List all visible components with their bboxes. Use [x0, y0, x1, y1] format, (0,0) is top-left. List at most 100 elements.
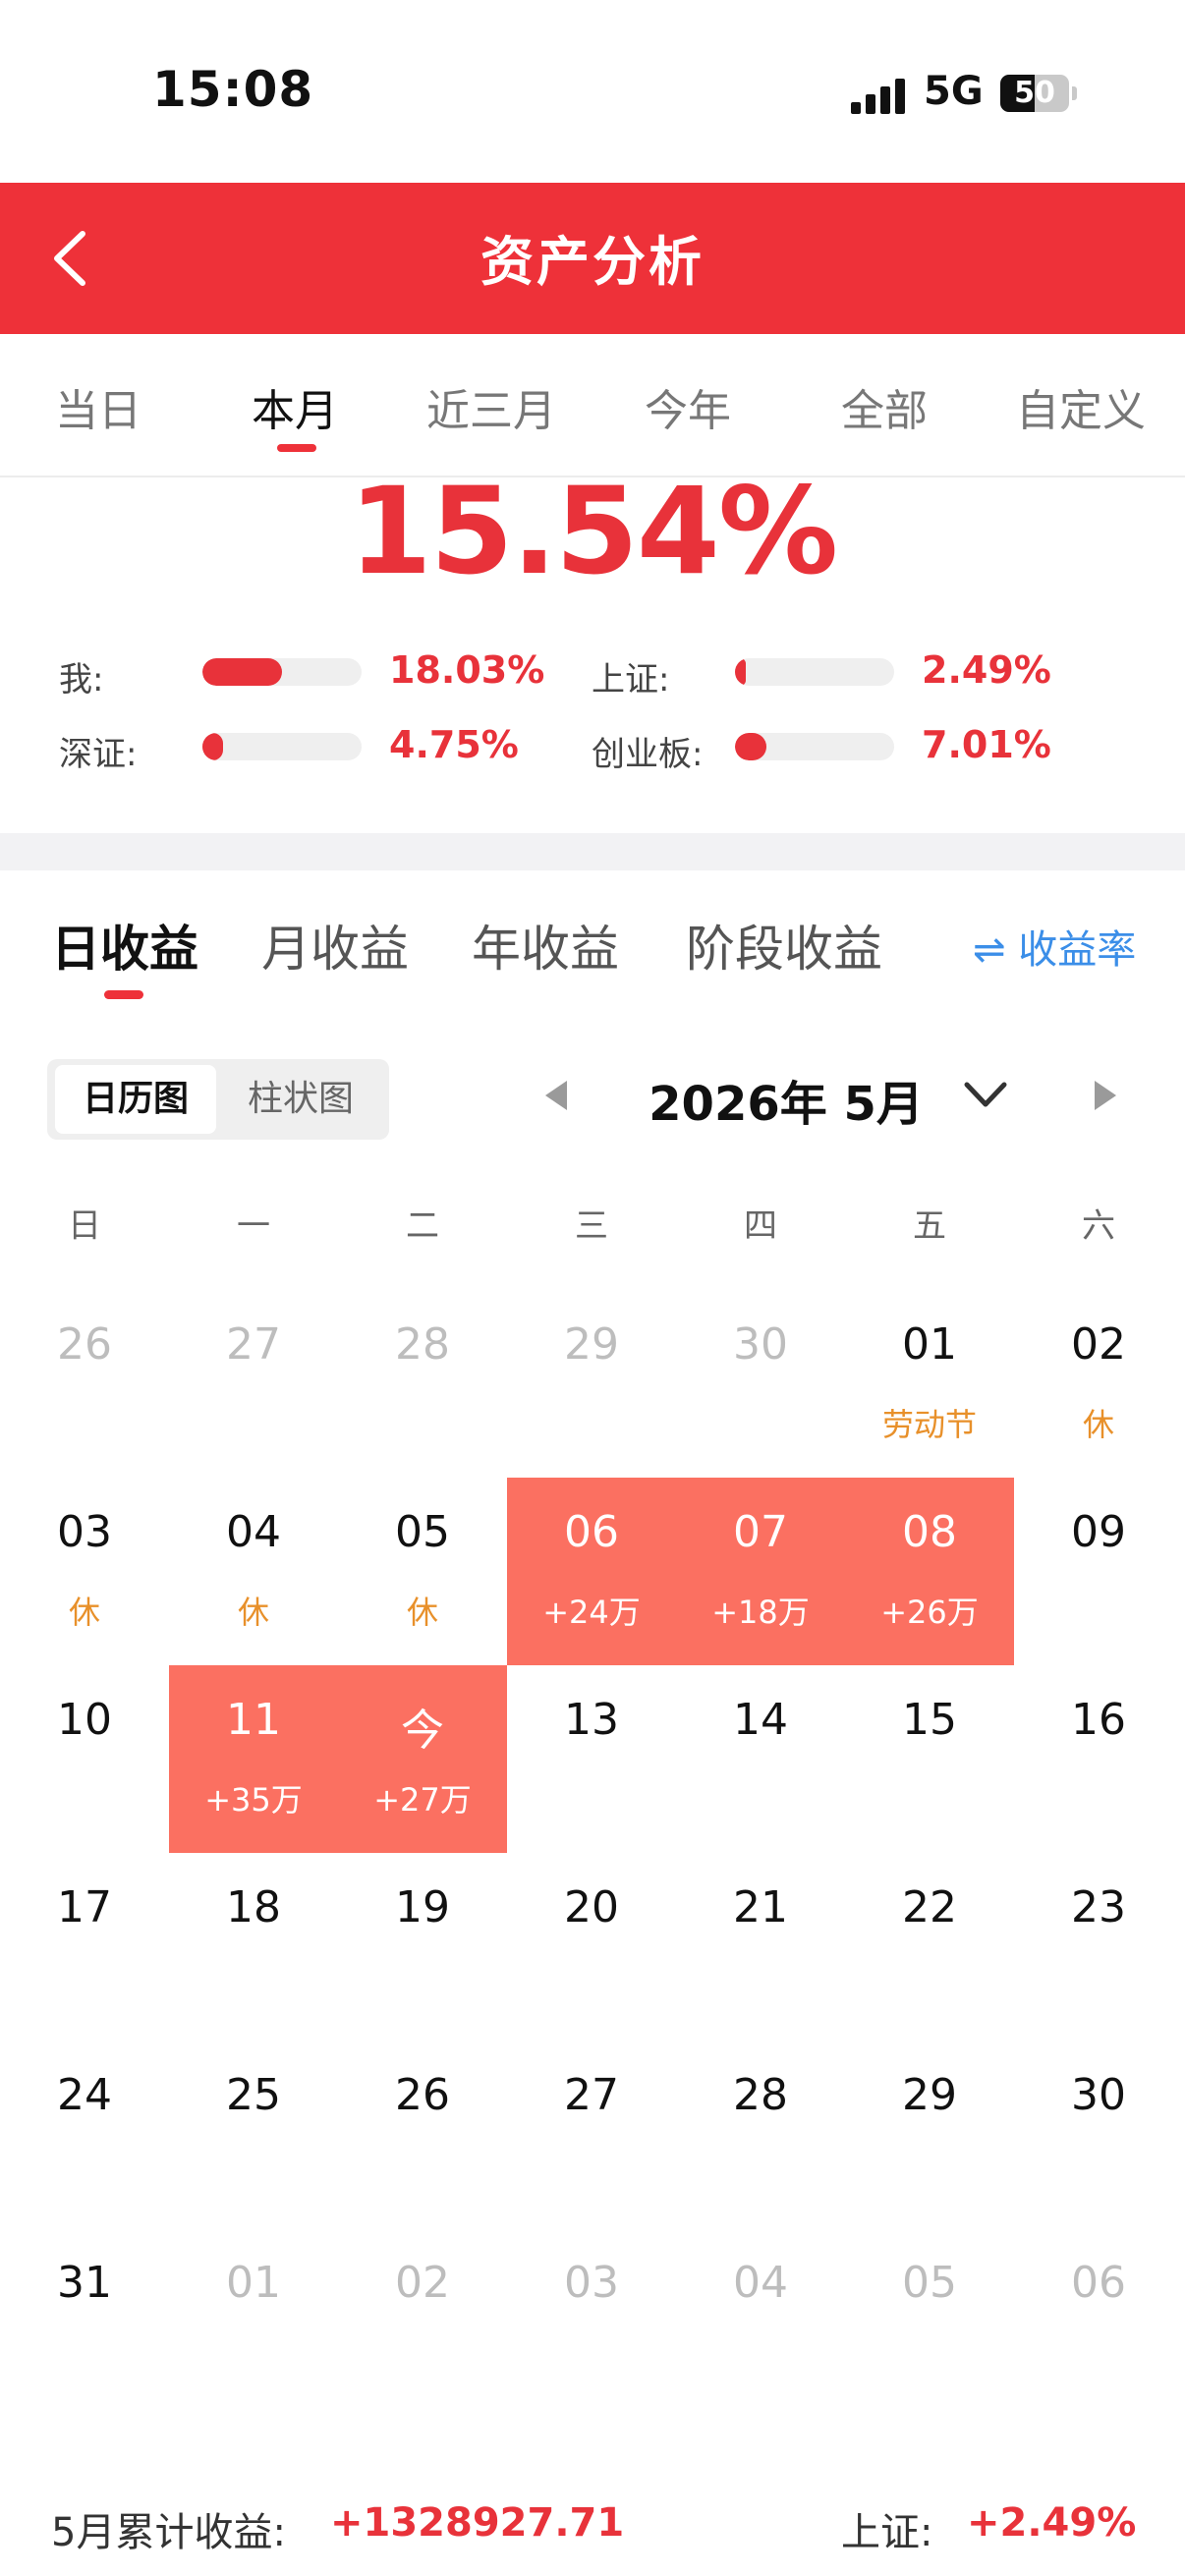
calendar-day[interactable]: 05 休	[338, 1478, 507, 1665]
prev-month-icon[interactable]	[545, 1081, 567, 1110]
day-number: 06	[564, 1507, 619, 1557]
calendar-day-gain[interactable]: 08 +26万	[845, 1478, 1014, 1665]
calendar-day[interactable]: 17	[0, 1853, 169, 2041]
calendar-day[interactable]: 28	[676, 2041, 845, 2228]
calendar-day[interactable]: 10	[0, 1665, 169, 1853]
calendar-day[interactable]: 29	[845, 2041, 1014, 2228]
day-number: 20	[564, 1882, 619, 1932]
benchmark-value-me: 18.03%	[389, 648, 545, 692]
day-number: 09	[1071, 1507, 1126, 1557]
tab-last-three-months[interactable]: 近三月	[393, 375, 590, 438]
day-number: 22	[902, 1882, 957, 1932]
calendar-day[interactable]: 02 休	[1014, 1290, 1183, 1478]
calendar-day[interactable]: 20	[507, 1853, 676, 2041]
day-number: 28	[733, 2070, 788, 2120]
calendar-day[interactable]: 16	[1014, 1665, 1183, 1853]
calendar-day[interactable]: 02	[338, 2228, 507, 2416]
calendar-day[interactable]: 24	[0, 2041, 169, 2228]
calendar-day[interactable]: 04 休	[169, 1478, 338, 1665]
day-number: 05	[902, 2258, 957, 2308]
day-note: 休	[237, 1594, 269, 1631]
benchmark-label-shanghai: 上证:	[592, 660, 670, 700]
benchmark-bar-shenzhen	[202, 733, 362, 760]
day-number: 16	[1071, 1695, 1126, 1745]
day-number: 21	[733, 1882, 788, 1932]
tab-this-month[interactable]: 本月	[197, 375, 393, 438]
day-number: 23	[1071, 1882, 1126, 1932]
weekday-label: 四	[744, 1206, 777, 1246]
calendar-day[interactable]: 03 休	[0, 1478, 169, 1665]
calendar-day[interactable]: 30	[1014, 2041, 1183, 2228]
calendar-day[interactable]: 04	[676, 2228, 845, 2416]
calendar-day[interactable]: 27	[507, 2041, 676, 2228]
calendar-day[interactable]: 15	[845, 1665, 1014, 1853]
day-number: 30	[733, 1319, 788, 1370]
calendar-day[interactable]: 06	[1014, 2228, 1183, 2416]
month-label[interactable]: 2026年 5月	[609, 1065, 963, 1134]
calendar-day[interactable]: 26	[0, 1290, 169, 1478]
calendar-view-button[interactable]: 日历图	[55, 1065, 216, 1134]
calendar-day[interactable]: 01 劳动节	[845, 1290, 1014, 1478]
benchmark-label-shenzhen: 深证:	[59, 735, 138, 774]
calendar-day-gain[interactable]: 06 +24万	[507, 1478, 676, 1665]
day-earnings: +27万	[373, 1781, 472, 1819]
tab-today[interactable]: 当日	[0, 375, 197, 438]
day-note: 休	[406, 1594, 438, 1631]
next-month-icon[interactable]	[1095, 1081, 1116, 1110]
calendar-day-gain[interactable]: 11 +35万	[169, 1665, 338, 1853]
calendar-day[interactable]: 26	[338, 2041, 507, 2228]
tab-all[interactable]: 全部	[786, 375, 983, 438]
calendar-day[interactable]: 30	[676, 1290, 845, 1478]
calendar-day[interactable]: 13	[507, 1665, 676, 1853]
return-rate-toggle[interactable]: ⇌ 收益率	[973, 918, 1136, 975]
day-number: 29	[902, 2070, 957, 2120]
day-number: 02	[395, 2258, 450, 2308]
monthly-total-label: 5月累计收益:	[51, 2510, 286, 2555]
chevron-down-icon[interactable]	[961, 1075, 1010, 1114]
tab-daily-earnings[interactable]: 日收益	[51, 910, 198, 980]
calendar-day[interactable]: 18	[169, 1853, 338, 2041]
calendar-day-today[interactable]: 今 +27万	[338, 1665, 507, 1853]
day-number: 27	[564, 2070, 619, 2120]
day-number: 31	[57, 2258, 112, 2308]
tab-period-earnings[interactable]: 阶段收益	[686, 910, 882, 980]
bar-chart-view-button[interactable]: 柱状图	[220, 1065, 381, 1134]
calendar-day-gain[interactable]: 07 +18万	[676, 1478, 845, 1665]
page-title: 资产分析	[480, 231, 705, 293]
calendar-day[interactable]: 27	[169, 1290, 338, 1478]
calendar-day[interactable]: 31	[0, 2228, 169, 2416]
calendar-day[interactable]: 25	[169, 2041, 338, 2228]
calendar-day[interactable]: 28	[338, 1290, 507, 1478]
day-number: 14	[733, 1695, 788, 1745]
calendar-day[interactable]: 19	[338, 1853, 507, 2041]
benchmark-bar-fill	[735, 733, 767, 760]
monthly-total-value: +1328927.71	[330, 2500, 625, 2546]
day-number: 02	[1071, 1319, 1126, 1370]
calendar-day[interactable]: 05	[845, 2228, 1014, 2416]
tab-monthly-earnings[interactable]: 月收益	[261, 910, 409, 980]
benchmark-bar-fill	[202, 733, 224, 760]
day-note: 休	[1082, 1406, 1114, 1443]
tab-custom[interactable]: 自定义	[983, 375, 1179, 438]
calendar-day[interactable]: 03	[507, 2228, 676, 2416]
benchmark-value-chinext: 7.01%	[922, 723, 1051, 766]
calendar-day[interactable]: 01	[169, 2228, 338, 2416]
weekday-label: 日	[68, 1206, 101, 1246]
calendar-day[interactable]: 22	[845, 1853, 1014, 2041]
day-number: 05	[395, 1507, 450, 1557]
tab-this-year[interactable]: 今年	[590, 375, 786, 438]
calendar-day[interactable]: 23	[1014, 1853, 1183, 2041]
calendar-day[interactable]: 09	[1014, 1478, 1183, 1665]
day-number: 26	[57, 1319, 112, 1370]
calendar-day[interactable]: 21	[676, 1853, 845, 2041]
calendar-day[interactable]: 29	[507, 1290, 676, 1478]
day-number: 04	[226, 1507, 281, 1557]
day-number: 25	[226, 2070, 281, 2120]
tab-yearly-earnings[interactable]: 年收益	[472, 910, 619, 980]
day-number: 01	[226, 2258, 281, 2308]
period-tab-indicator	[277, 444, 316, 452]
benchmark-label-me: 我:	[59, 660, 104, 700]
day-note: 休	[68, 1594, 100, 1631]
calendar-day[interactable]: 14	[676, 1665, 845, 1853]
day-number: 17	[57, 1882, 112, 1932]
